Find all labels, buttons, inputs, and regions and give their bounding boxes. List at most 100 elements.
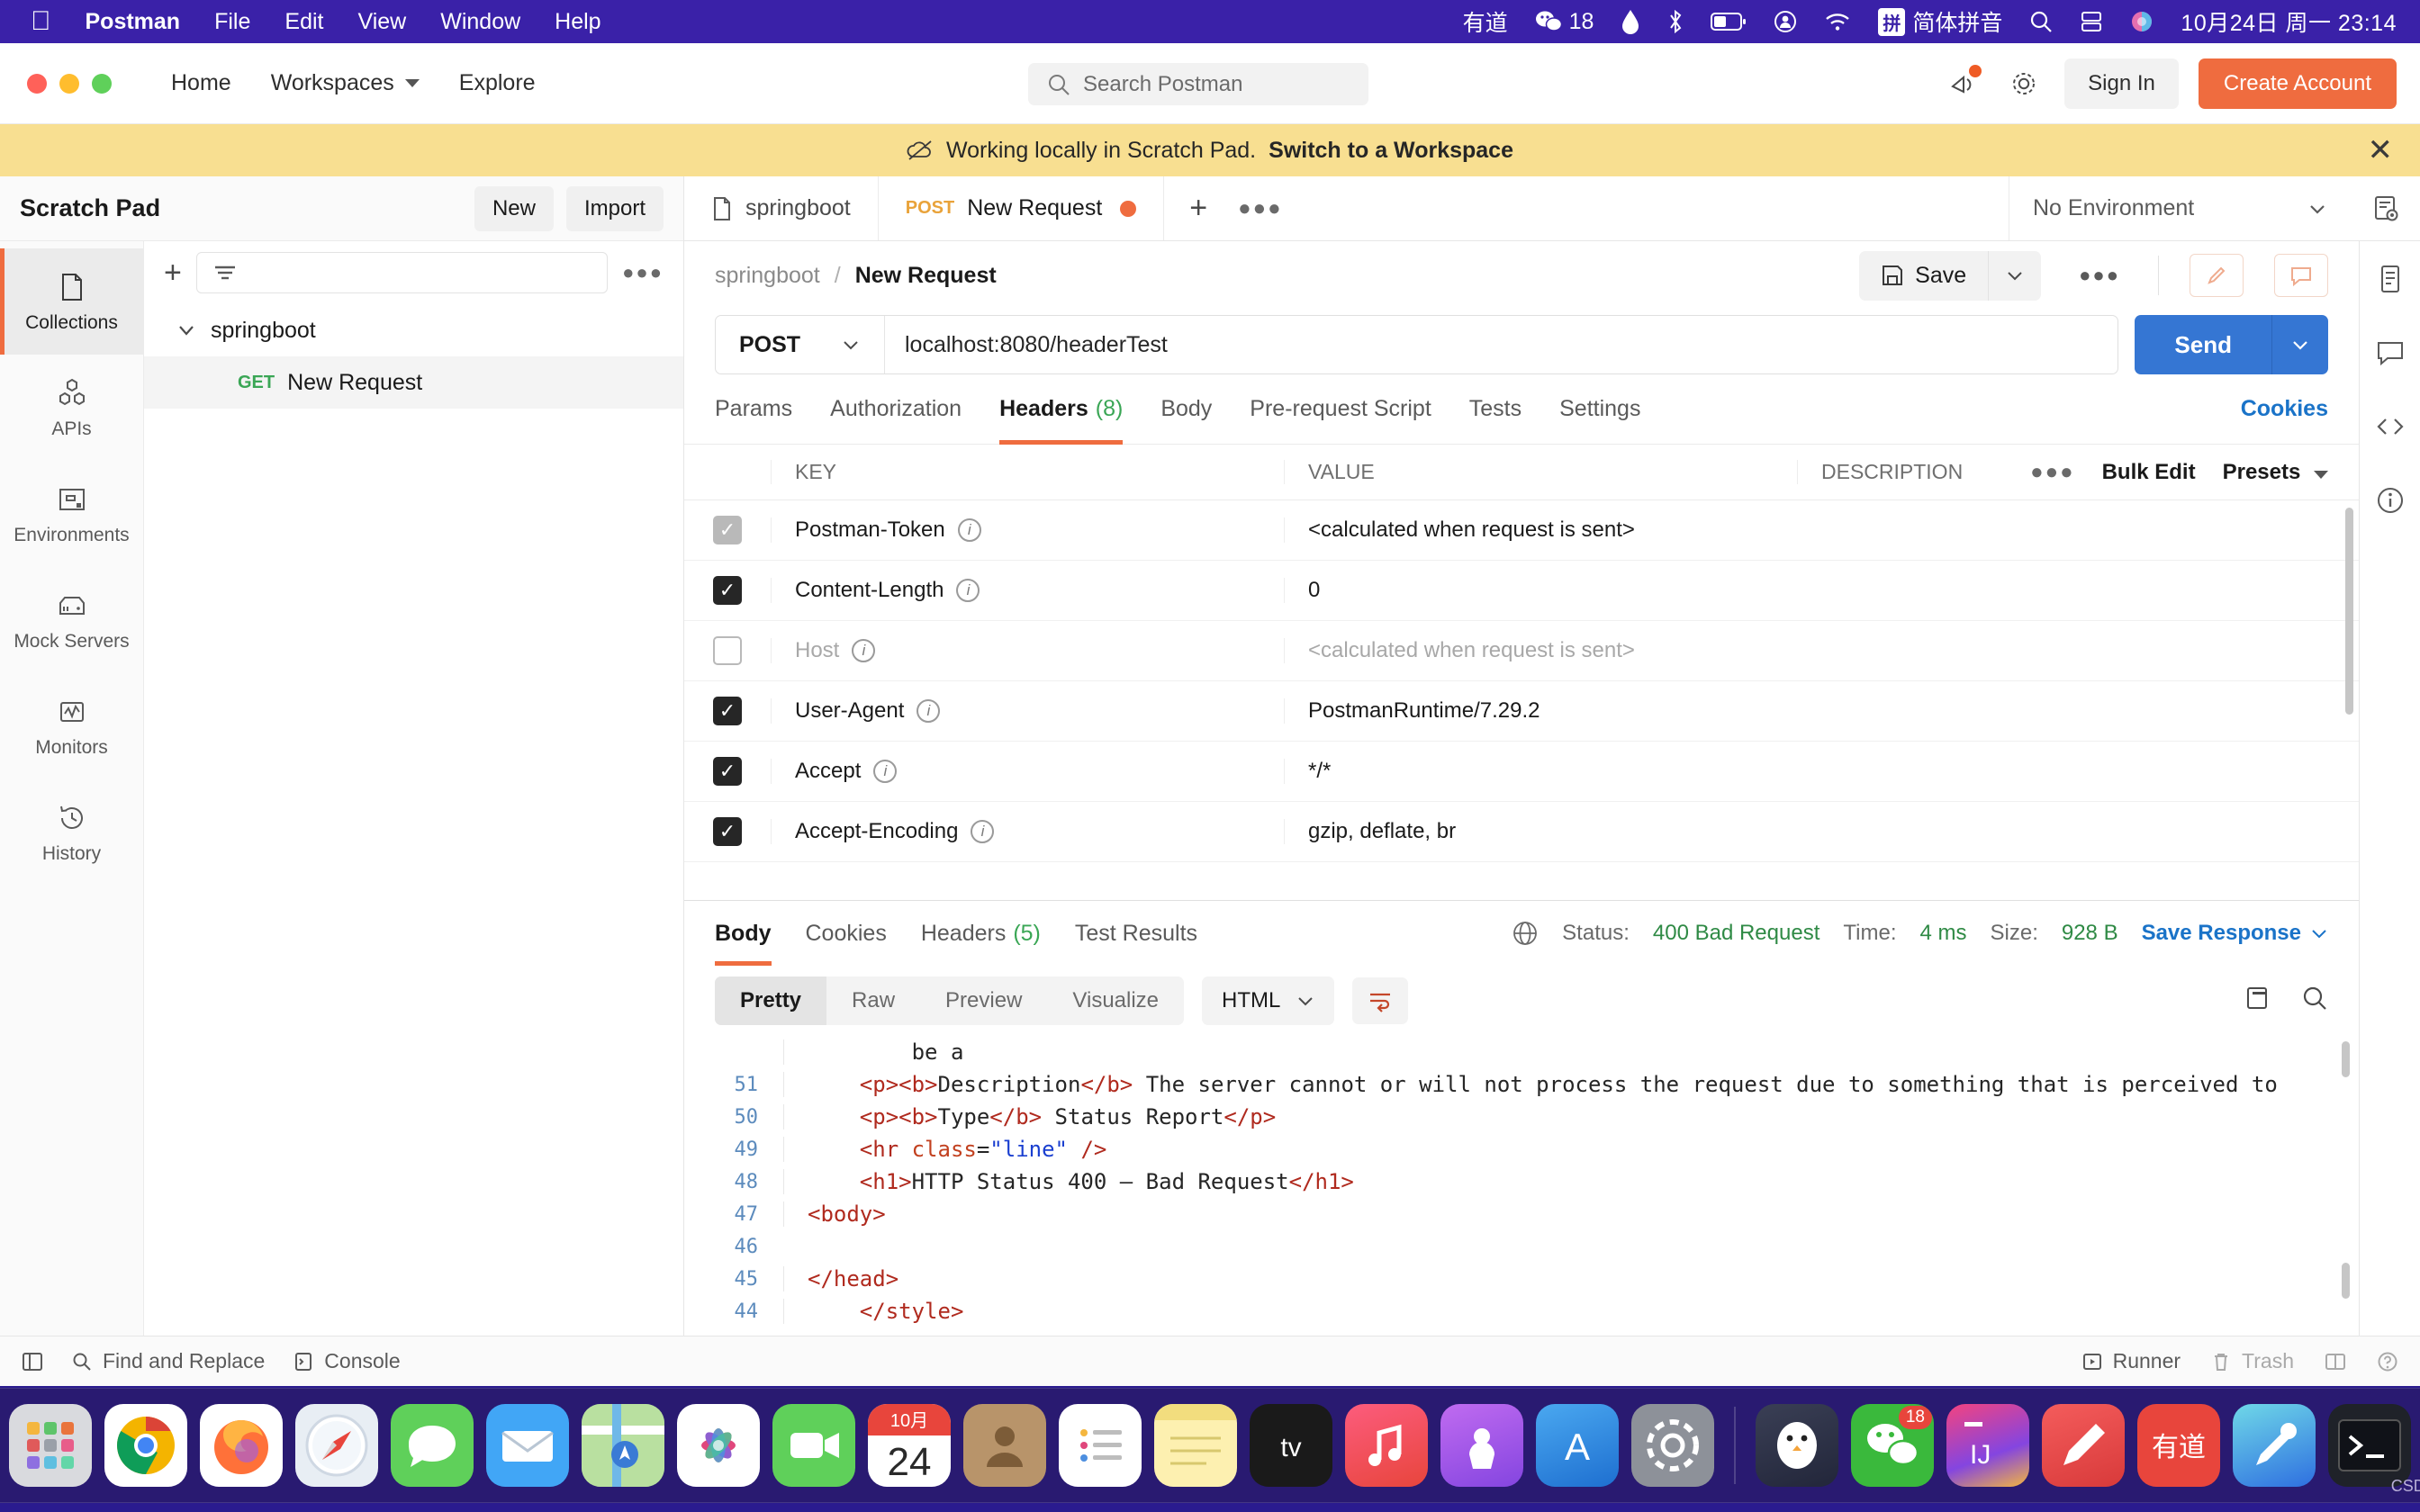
response-tab-headers[interactable]: Headers (5): [921, 901, 1041, 966]
wifi-icon[interactable]: [1824, 12, 1851, 32]
dock-contacts[interactable]: [963, 1404, 1046, 1487]
toggle-sidebar-button[interactable]: [22, 1351, 43, 1372]
sign-in-button[interactable]: Sign In: [2064, 58, 2179, 109]
dock-mail[interactable]: [486, 1404, 569, 1487]
dropbox-icon[interactable]: [1621, 9, 1640, 34]
row-checkbox[interactable]: ✓: [713, 576, 742, 605]
dock-reminders[interactable]: [1059, 1404, 1142, 1487]
code-scrollbar-bottom[interactable]: [2342, 1263, 2350, 1299]
switch-to-workspace-link[interactable]: Switch to a Workspace: [1269, 138, 1513, 164]
view-mode-raw[interactable]: Raw: [826, 976, 920, 1025]
settings-button[interactable]: [2003, 63, 2045, 104]
console-button[interactable]: Console: [293, 1349, 401, 1373]
sidebar-item-monitors[interactable]: Monitors: [0, 673, 143, 779]
edit-request-button[interactable]: [2190, 254, 2244, 297]
copy-response-button[interactable]: [2245, 986, 2274, 1017]
row-checkbox[interactable]: ✓: [713, 817, 742, 846]
menu-edit[interactable]: Edit: [284, 9, 323, 35]
create-account-button[interactable]: Create Account: [2198, 58, 2397, 109]
wrap-lines-button[interactable]: [1352, 977, 1409, 1024]
menu-bar-clock[interactable]: 10月24日 周一 23:14: [2181, 5, 2397, 38]
environment-quick-look-button[interactable]: [2352, 176, 2420, 240]
menu-view[interactable]: View: [357, 9, 406, 35]
dock-music[interactable]: [1345, 1404, 1428, 1487]
row-checkbox[interactable]: ✓: [713, 697, 742, 725]
tab-new-request[interactable]: POST New Request: [878, 176, 1165, 240]
menu-window[interactable]: Window: [440, 9, 520, 35]
dock-appletv[interactable]: tv: [1250, 1404, 1332, 1487]
dock-color-picker[interactable]: [2233, 1404, 2316, 1487]
invite-button[interactable]: [1942, 63, 1983, 104]
documentation-icon[interactable]: [2369, 257, 2412, 301]
control-center-icon[interactable]: [1774, 10, 1797, 33]
runner-button[interactable]: Runner: [2082, 1349, 2181, 1373]
code-snippet-icon[interactable]: [2369, 405, 2412, 448]
close-window-button[interactable]: [27, 73, 47, 94]
http-method-select[interactable]: POST: [716, 316, 885, 374]
table-row[interactable]: ✓ Postman-Token i <calculated when reques…: [684, 500, 2359, 561]
dock-podcasts[interactable]: [1440, 1404, 1523, 1487]
environment-selector[interactable]: No Environment: [2009, 176, 2352, 240]
youdao-status-icon[interactable]: 有道: [1463, 5, 1508, 38]
info-icon[interactable]: i: [873, 760, 898, 783]
save-options-button[interactable]: [1988, 250, 2041, 301]
filter-input[interactable]: [195, 252, 609, 293]
dock-safari[interactable]: [295, 1404, 378, 1487]
info-icon[interactable]: i: [957, 518, 981, 542]
dock-notes[interactable]: [1154, 1404, 1237, 1487]
new-tab-button[interactable]: +: [1164, 176, 1233, 240]
collection-more-icon[interactable]: ●●●: [622, 261, 664, 284]
dock-chrome[interactable]: [104, 1404, 187, 1487]
sidebar-item-mock-servers[interactable]: Mock Servers: [0, 567, 143, 673]
breadcrumb-collection[interactable]: springboot: [715, 263, 820, 289]
request-node-new-request[interactable]: GET New Request: [144, 356, 683, 409]
sidebar-item-environments[interactable]: Environments: [0, 461, 143, 567]
header-value[interactable]: <calculated when request is sent>: [1284, 638, 1797, 663]
search-input[interactable]: Search Postman: [1028, 63, 1368, 105]
tab-authorization[interactable]: Authorization: [830, 374, 962, 445]
info-panel-icon[interactable]: [2369, 479, 2412, 522]
code-scrollbar-top[interactable]: [2342, 1041, 2350, 1077]
tab-params[interactable]: Params: [715, 374, 792, 445]
tab-body[interactable]: Body: [1160, 374, 1212, 445]
maximize-window-button[interactable]: [92, 73, 112, 94]
row-checkbox[interactable]: [713, 636, 742, 665]
bluetooth-icon[interactable]: [1667, 9, 1684, 34]
nav-workspaces[interactable]: Workspaces: [271, 70, 420, 96]
dock-calendar[interactable]: 10月 24: [868, 1404, 951, 1487]
tab-pre-request-script[interactable]: Pre-request Script: [1250, 374, 1431, 445]
dock-qq[interactable]: [1756, 1404, 1838, 1487]
headers-scrollbar[interactable]: [2345, 508, 2353, 715]
table-row[interactable]: ✓ Accept i */*: [684, 742, 2359, 802]
dock-youdao[interactable]: 有道: [2137, 1404, 2220, 1487]
table-row[interactable]: ✓ Content-Length i 0: [684, 561, 2359, 621]
info-icon[interactable]: i: [852, 639, 876, 662]
menu-app-name[interactable]: Postman: [86, 9, 181, 35]
dock-wechat[interactable]: 18: [1851, 1404, 1934, 1487]
add-collection-icon[interactable]: +: [164, 257, 182, 288]
response-body-code[interactable]: be a 51 <p><b>Description</b> The server …: [684, 1036, 2359, 1386]
nav-home[interactable]: Home: [171, 70, 231, 96]
layout-toggle-button[interactable]: [2325, 1352, 2346, 1372]
comment-request-button[interactable]: [2274, 254, 2328, 297]
dock-intellij-idea[interactable]: IJ: [1946, 1404, 2029, 1487]
find-and-replace-button[interactable]: Find and Replace: [72, 1349, 265, 1373]
table-row[interactable]: ✓ User-Agent i PostmanRuntime/7.29.2: [684, 681, 2359, 742]
trash-button[interactable]: Trash: [2211, 1349, 2294, 1373]
sidebar-item-history[interactable]: History: [0, 779, 143, 886]
send-options-button[interactable]: [2271, 315, 2328, 374]
menu-help[interactable]: Help: [555, 9, 600, 35]
header-value[interactable]: <calculated when request is sent>: [1284, 518, 1797, 543]
bulk-edit-button[interactable]: Bulk Edit: [2102, 460, 2196, 485]
dock-photos[interactable]: [677, 1404, 760, 1487]
save-response-button[interactable]: Save Response: [2142, 921, 2328, 946]
response-tab-test-results[interactable]: Test Results: [1075, 901, 1197, 966]
info-icon[interactable]: i: [971, 820, 995, 843]
response-tab-cookies[interactable]: Cookies: [806, 901, 887, 966]
input-method-icon[interactable]: 拼 简体拼音: [1878, 5, 2002, 38]
dock-markdown-editor[interactable]: [2042, 1404, 2125, 1487]
save-button[interactable]: Save: [1859, 251, 1988, 301]
help-button[interactable]: [2377, 1351, 2398, 1372]
table-more-icon[interactable]: ●●●: [2030, 460, 2075, 485]
url-input[interactable]: localhost:8080/headerTest: [885, 316, 2118, 374]
